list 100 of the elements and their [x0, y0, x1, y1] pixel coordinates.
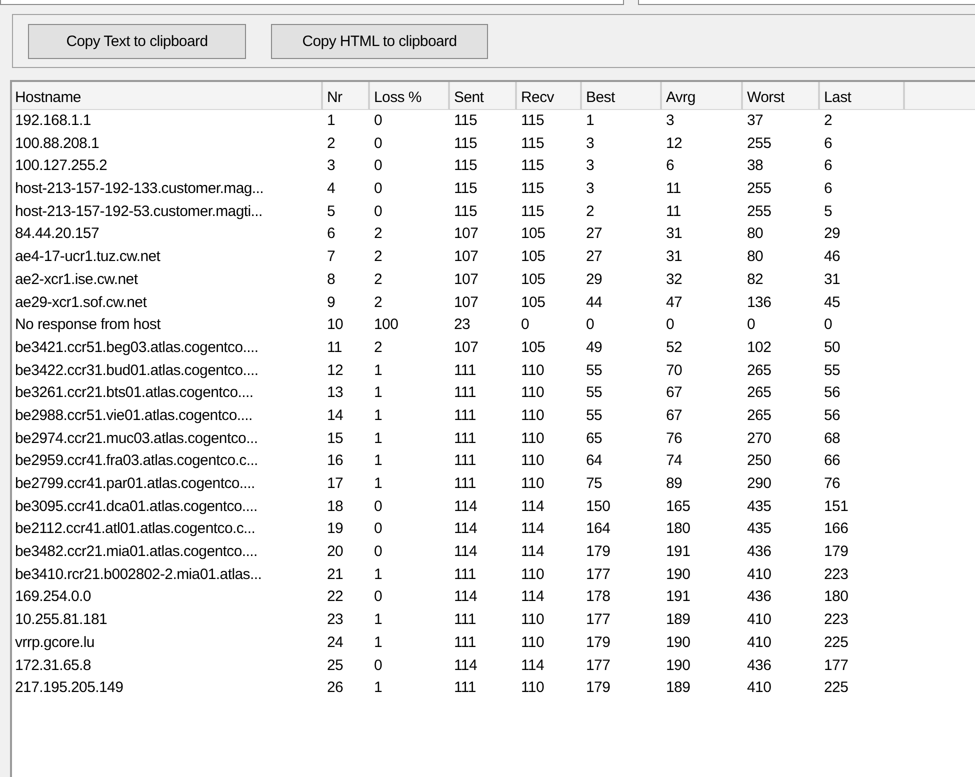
- table-cell-text: 1: [585, 111, 596, 131]
- table-cell-text: 0: [373, 111, 384, 131]
- table-cell-text: 31: [665, 247, 684, 268]
- table-cell-text: 0: [520, 315, 530, 336]
- table-cell-text: 2: [373, 292, 384, 312]
- table-cell-text: 44: [585, 292, 604, 312]
- table-cell-text: 6: [823, 156, 834, 176]
- table-cell-text: No response from host: [14, 315, 162, 336]
- table-cell-text: 223: [823, 564, 850, 585]
- table-cell-text: 29: [823, 224, 842, 244]
- table-cell-text: 50: [823, 338, 842, 358]
- table-cell-text: host-213-157-192-53.customer.magti...: [14, 202, 264, 222]
- table-cell-text: 255: [746, 202, 772, 222]
- column-header[interactable]: Loss %: [370, 82, 450, 110]
- table-cell-text: 111: [453, 610, 477, 630]
- table-cell-text: ae29-xcr1.sof.cw.net: [14, 292, 148, 312]
- table-cell-text: 110: [520, 610, 546, 630]
- table-cell-text: 225: [823, 678, 850, 698]
- table-cell-text: 177: [585, 610, 612, 630]
- table-cell-text: vrrp.gcore.lu: [14, 632, 96, 653]
- table-cell-text: 110: [520, 474, 546, 494]
- column-header[interactable]: Last: [820, 82, 905, 110]
- table-cell-text: 1: [373, 632, 384, 653]
- table-cell-text: 13: [326, 383, 344, 404]
- table-cell-text: 3: [326, 156, 336, 176]
- table-cell-text: 80: [746, 247, 764, 268]
- table-cell-text: 31: [665, 224, 684, 244]
- table-cell-text: 114: [520, 519, 546, 540]
- table-cell-text: 265: [746, 383, 772, 404]
- table-cell-text: 27: [585, 247, 604, 268]
- table-cell-text: 102: [746, 338, 772, 358]
- table-cell-text: 0: [373, 496, 384, 517]
- column-header[interactable]: Avrg: [662, 82, 743, 110]
- column-header[interactable]: Recv: [517, 82, 582, 110]
- table-cell-text: 70: [665, 360, 684, 381]
- table-cell-text: 225: [823, 632, 850, 653]
- copy-button[interactable]: Copy HTML to clipboard: [271, 24, 488, 58]
- column-header[interactable]: Best: [582, 82, 662, 110]
- table-cell-text: 23: [326, 610, 344, 630]
- table-cell-text: 151: [823, 496, 850, 517]
- column-header[interactable]: Sent: [450, 82, 517, 110]
- table-cell-text: 9: [326, 292, 336, 312]
- table-cell-text: 64: [585, 451, 604, 472]
- table-cell-text: 2: [373, 224, 384, 244]
- table-cell-text: 111: [453, 360, 477, 381]
- table-cell-text: 115: [520, 156, 546, 176]
- table-cell-text: be3421.ccr51.beg03.atlas.cogentco....: [14, 338, 260, 358]
- table-cell-text: 179: [585, 542, 612, 562]
- table-cell-text: 114: [520, 656, 546, 676]
- table-cell-text: 0: [373, 656, 384, 676]
- column-header[interactable]: Worst: [743, 82, 820, 110]
- table-cell-text: be3095.ccr41.dca01.atlas.cogentco....: [14, 496, 258, 517]
- table-cell-text: 190: [665, 564, 692, 585]
- table-cell-text: 2: [823, 111, 834, 131]
- table-cell-text: 255: [746, 179, 772, 200]
- table-cell-text: 19: [326, 519, 344, 540]
- table-cell-text: 6: [665, 156, 676, 176]
- copy-button[interactable]: Copy Text to clipboard: [28, 24, 246, 58]
- table-cell-text: 136: [746, 292, 772, 312]
- table-cell-text: 107: [453, 292, 480, 312]
- table-cell-text: 436: [746, 656, 772, 676]
- table-cell-text: 114: [520, 496, 546, 517]
- table-cell-text: 191: [665, 587, 692, 608]
- table-cell-text: 66: [823, 451, 842, 472]
- table-cell-text: 111: [453, 406, 477, 426]
- table-cell-text: 24: [326, 632, 344, 653]
- table-cell-text: 0: [585, 315, 596, 336]
- table-cell-text: 110: [520, 428, 546, 449]
- table-cell-text: 110: [520, 632, 546, 653]
- table-cell-text: 115: [453, 179, 478, 200]
- table-cell-text: 75: [585, 474, 604, 494]
- table-cell-text: 100.88.208.1: [14, 134, 100, 154]
- table-cell-text: 265: [746, 360, 772, 381]
- table-cell-text: 82: [746, 270, 764, 290]
- table-cell-text: 169.254.0.0: [14, 587, 92, 608]
- column-header[interactable]: Hostname: [12, 82, 323, 110]
- input-field[interactable]: [638, 0, 975, 5]
- table-cell-text: 14: [326, 406, 344, 426]
- table-cell-text: 0: [373, 156, 384, 176]
- table-cell-text: 110: [520, 383, 546, 404]
- table-cell-text: 1: [373, 383, 384, 404]
- table-cell-text: 3: [665, 111, 676, 131]
- table-cell-text: 67: [665, 406, 684, 426]
- table-cell-text: 115: [520, 111, 546, 131]
- table-cell-text: 65: [585, 428, 604, 449]
- table-cell-text: be3410.rcr21.b002802-2.mia01.atlas...: [14, 564, 263, 585]
- table-cell-text: 3: [585, 156, 596, 176]
- table-cell-text: 0: [823, 315, 834, 336]
- table-cell-text: 27: [585, 224, 604, 244]
- table-cell-text: 115: [453, 111, 478, 131]
- table-cell-text: 105: [520, 292, 546, 312]
- table-cell-text: 110: [520, 406, 546, 426]
- table-cell-text: 164: [585, 519, 612, 540]
- table-cell-text: 114: [453, 587, 478, 608]
- table-cell-text: 115: [453, 156, 478, 176]
- table-cell-text: 89: [665, 474, 684, 494]
- table-cell-text: 189: [665, 610, 692, 630]
- column-header[interactable]: Nr: [323, 82, 370, 110]
- input-field[interactable]: [0, 0, 624, 5]
- table-cell-text: 1: [373, 474, 384, 494]
